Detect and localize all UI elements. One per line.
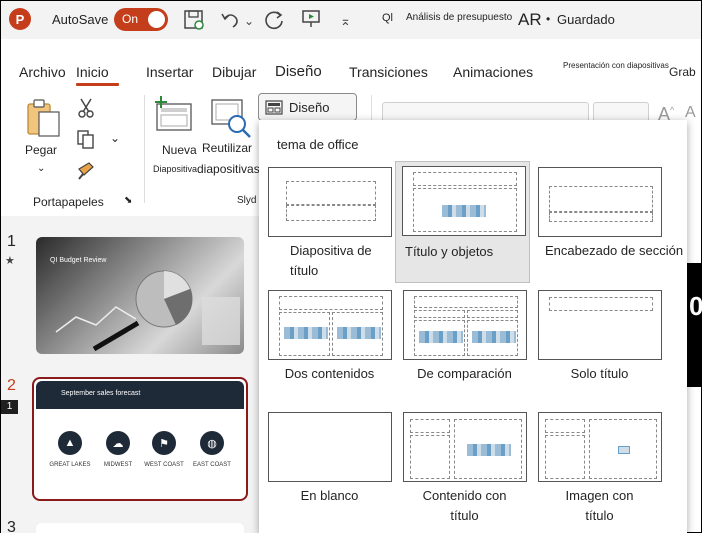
layout-label: Diapositiva de título [290, 243, 372, 278]
star-icon: ★ [5, 255, 15, 267]
cloud-icon: ☁ [106, 431, 130, 455]
tab-archivo[interactable]: Archivo [19, 64, 66, 80]
reuse-slides-icon[interactable] [210, 98, 252, 141]
layout-label: De comparación [417, 366, 512, 381]
layout-label: Encabezado de sección [545, 243, 684, 258]
layout-thumb [268, 290, 392, 360]
active-tab-indicator [76, 83, 119, 86]
reuse-slides-button[interactable]: Reutilizar [202, 141, 252, 155]
undo-dropdown-icon[interactable]: ⌄ [244, 11, 254, 31]
toggle-knob [148, 11, 165, 28]
mountain-icon: ▲ [58, 431, 82, 455]
new-slide-icon[interactable] [153, 96, 195, 135]
slide-number-1: 1 [7, 233, 16, 250]
autosave-toggle[interactable]: On [114, 8, 168, 31]
layout-thumb [538, 412, 662, 482]
region-label: WEST COAST [144, 462, 184, 468]
format-painter-icon[interactable] [75, 159, 97, 184]
layout-title-slide[interactable]: Diapositiva de título [262, 163, 397, 283]
layout-blank[interactable]: En blanco [262, 408, 397, 528]
layout-comparison[interactable]: De comparación [397, 286, 532, 406]
cut-icon[interactable] [77, 97, 95, 122]
slide-edge-text: 0' [689, 291, 702, 321]
region-label: EAST COAST [193, 462, 231, 468]
tab-transiciones[interactable]: Transiciones [349, 64, 428, 80]
layout-thumb [268, 167, 392, 237]
slide-thumbnail-2[interactable]: September sales forecast ▲ ☁ ⚑ ◍ GREAT L… [36, 381, 244, 497]
region-label: GREAT LAKES [49, 462, 91, 468]
clipboard-launcher-icon[interactable]: ⬊ [124, 195, 132, 206]
slide-canvas-edge: 0' [687, 263, 702, 387]
tab-insertar[interactable]: Insertar [146, 64, 193, 80]
doc-initials: AR [518, 10, 542, 29]
picture-icon [618, 446, 630, 454]
autosave-label: AutoSave [52, 12, 109, 27]
layout-title-only[interactable]: Solo título [532, 286, 667, 406]
slide-thumbnail-3[interactable] [36, 523, 244, 533]
paste-icon[interactable] [26, 98, 62, 141]
customize-icon[interactable]: ⌅ [340, 11, 351, 31]
gallery-title: tema de office [277, 137, 359, 152]
new-slide-sub: Diapositiva [153, 164, 198, 174]
layout-button[interactable]: Diseño [258, 93, 357, 121]
layout-label: Solo título [570, 366, 629, 381]
layout-button-label: Diseño [289, 100, 330, 115]
globe-icon: ◍ [200, 431, 224, 455]
layout-thumb [538, 290, 662, 360]
layout-picture-with-caption[interactable]: Imagen con título [532, 408, 667, 528]
title-bar: P AutoSave On ⌄ ⌅ Ql Análisis de presupu… [1, 1, 701, 39]
document-name[interactable]: Análisis de presupuesto [406, 12, 512, 23]
slide-badge: 1 [1, 400, 18, 414]
doc-prefix: Ql [382, 12, 393, 24]
undo-icon[interactable] [219, 9, 241, 35]
save-status: Guardado [557, 12, 615, 27]
new-slide-button[interactable]: Nueva [162, 143, 197, 157]
toggle-label: On [122, 12, 139, 26]
layout-label: Dos contenidos [284, 366, 375, 381]
slides-group-label: Slyd [237, 195, 257, 206]
tab-animaciones[interactable]: Animaciones [453, 64, 533, 80]
layout-thumb [403, 290, 527, 360]
tab-presentacion[interactable]: Presentación con diapositivas [563, 61, 669, 70]
region-label: MIDWEST [103, 462, 133, 468]
layout-label: Contenido con título [422, 488, 507, 523]
doc-separator: • [546, 12, 551, 26]
layout-two-content[interactable]: Dos contenidos [262, 286, 397, 406]
copy-icon[interactable] [76, 129, 96, 152]
slide-number-2: 2 [7, 377, 16, 394]
layout-thumb [402, 166, 526, 236]
slide-2-title: September sales forecast [61, 390, 141, 397]
layout-thumb [538, 167, 662, 237]
tab-diseno[interactable]: Diseño [275, 63, 322, 80]
layout-section-header[interactable]: Encabezado de sección [532, 163, 683, 283]
slide-thumbnail-1[interactable]: QI Budget Review [36, 237, 244, 354]
layout-gallery: tema de office Diapositiva de título Tít… [259, 120, 687, 533]
redo-icon[interactable] [264, 9, 286, 35]
layout-content-with-caption[interactable]: Contenido con título [397, 408, 532, 528]
present-icon[interactable] [301, 9, 321, 33]
layout-title-content[interactable]: Título y objetos [395, 161, 530, 283]
paste-button[interactable]: Pegar [25, 143, 57, 157]
copy-dropdown-icon[interactable]: ⌄ [110, 131, 120, 145]
layout-thumb [403, 412, 527, 482]
layout-label: Título y objetos [405, 244, 494, 259]
tab-inicio[interactable]: Inicio [76, 64, 109, 80]
flag-icon: ⚑ [152, 431, 176, 455]
clipboard-group-label: Portapapeles [33, 195, 104, 209]
tab-dibujar[interactable]: Dibujar [212, 64, 256, 80]
tab-grabar[interactable]: Grab [669, 65, 696, 79]
powerpoint-icon: P [9, 8, 31, 30]
slide-1-title: QI Budget Review [50, 257, 107, 264]
layout-icon [265, 100, 283, 118]
save-icon[interactable] [183, 9, 205, 35]
reuse-slides-sub: diapositivas [197, 162, 260, 176]
ribbon-separator [144, 95, 145, 203]
layout-label: En blanco [300, 488, 359, 503]
paste-dropdown-icon[interactable]: ⌄ [37, 163, 45, 174]
layout-label: Imagen con título [565, 488, 634, 523]
slide-number-3: 3 [7, 519, 16, 533]
layout-thumb [268, 412, 392, 482]
